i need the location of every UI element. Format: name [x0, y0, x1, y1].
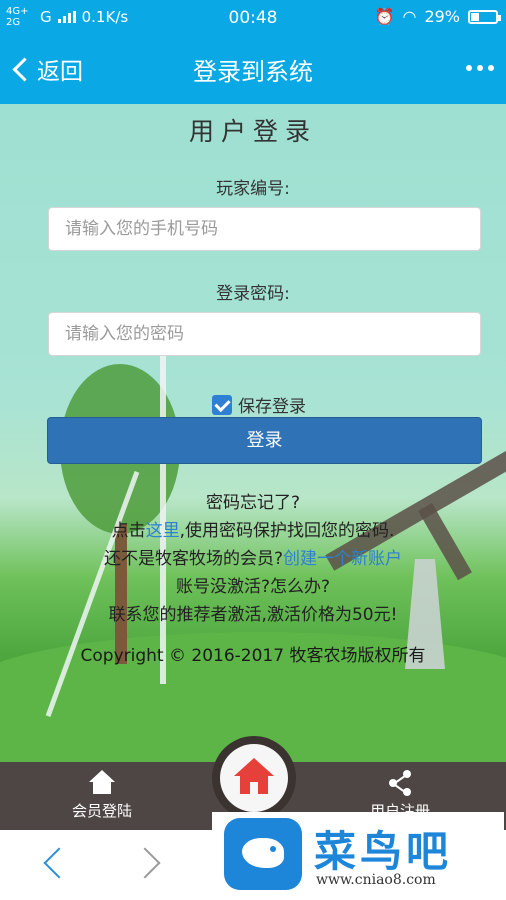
- remember-login[interactable]: 保存登录: [212, 392, 306, 417]
- alarm-icon: ⏰: [374, 7, 395, 26]
- share-icon: [387, 770, 413, 796]
- status-bar: 4G+ 2G G 0.1K/s 00:48 ⏰ ◠ 29%: [0, 0, 506, 34]
- recover-suffix: ,使用密码保护找回您的密码.: [179, 521, 395, 541]
- more-menu-button[interactable]: [466, 65, 494, 71]
- login-button[interactable]: 登录: [47, 417, 482, 464]
- watermark: 菜鸟吧 www.cniao8.com: [212, 812, 504, 900]
- recover-link[interactable]: 这里: [146, 521, 180, 541]
- password-label: 登录密码:: [216, 284, 290, 304]
- tab-member-login[interactable]: 会员登陆: [32, 770, 172, 821]
- account-input[interactable]: [48, 207, 481, 251]
- wifi-icon: ◠: [402, 7, 417, 26]
- page-title: 登录到系统: [193, 58, 313, 86]
- home-button[interactable]: [212, 736, 296, 820]
- recover-line: 点击这里,使用密码保护找回您的密码.: [0, 516, 506, 541]
- account-label: 玩家编号:: [216, 179, 290, 199]
- form-heading: 用户登录: [188, 117, 317, 146]
- browser-back-icon[interactable]: [43, 847, 75, 879]
- forgot-text: 密码忘记了?: [205, 493, 301, 513]
- battery-percent: 29%: [424, 7, 460, 26]
- password-input[interactable]: [48, 312, 481, 356]
- remember-checkbox[interactable]: [212, 394, 232, 415]
- bird-logo-icon: [224, 818, 302, 890]
- battery-fill: [471, 12, 479, 21]
- member-line: 还不是牧客牧场的会员?创建一个新账户: [0, 544, 506, 569]
- watermark-brand: 菜鸟吧: [314, 827, 453, 876]
- copyright: Copyright © 2016-2017 牧客农场版权所有: [80, 646, 426, 666]
- recover-prefix: 点击: [111, 521, 146, 541]
- battery-icon: [468, 9, 501, 24]
- remember-label: 保存登录: [238, 397, 306, 417]
- nav-bar: 返回 登录到系统: [0, 34, 506, 104]
- create-account-link[interactable]: 创建一个新账户: [283, 549, 402, 569]
- home-red-icon: [220, 744, 288, 812]
- status-right: ⏰ ◠ 29%: [374, 7, 501, 26]
- home-icon: [89, 770, 115, 796]
- activate-answer: 联系您的推荐者激活,激活价格为50元!: [108, 605, 398, 625]
- tab-member-login-label: 会员登陆: [71, 802, 132, 820]
- member-prefix: 还不是牧客牧场的会员?: [103, 549, 284, 569]
- browser-forward-icon[interactable]: [129, 847, 161, 879]
- watermark-url: www.cniao8.com: [316, 872, 436, 888]
- activate-question: 账号没激活?怎么办?: [175, 577, 331, 597]
- login-content: 用户登录 玩家编号: 登录密码: 保存登录 登录 密码忘记了? 点击这里,使用密…: [0, 104, 506, 762]
